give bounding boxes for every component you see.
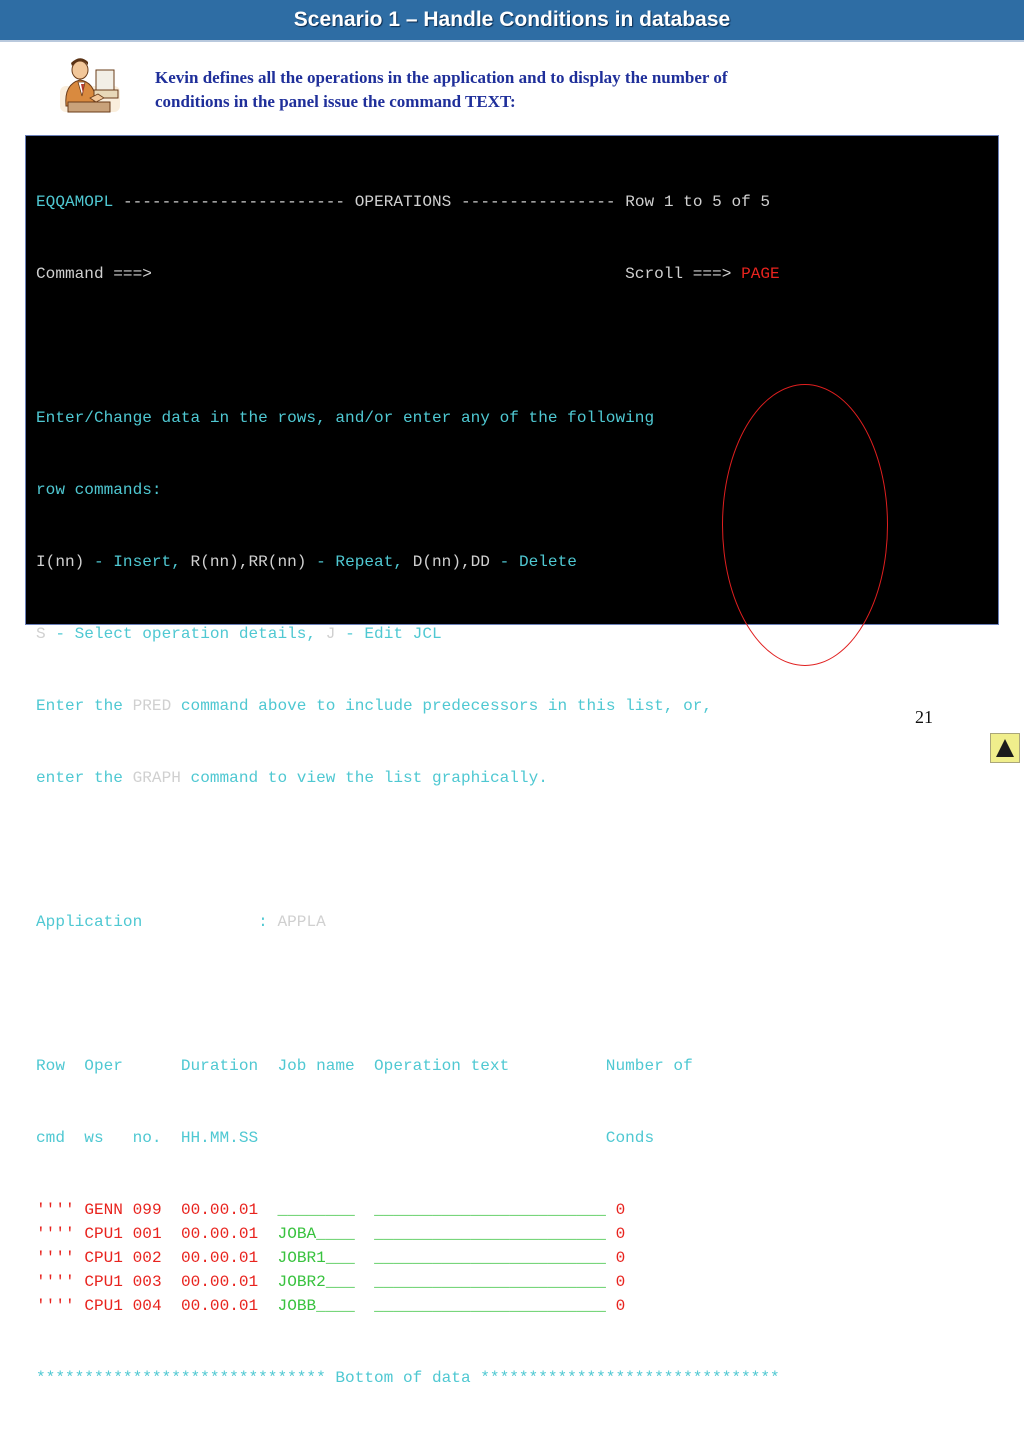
job-name-field[interactable]: ________ bbox=[278, 1201, 355, 1219]
row-info: Row 1 to 5 of 5 bbox=[625, 193, 771, 211]
delete-desc: - Delete bbox=[489, 553, 577, 571]
repeat-cmd: R(nn),RR(nn) bbox=[190, 553, 307, 571]
help-line-5: Enter the PRED command above to include … bbox=[36, 697, 713, 715]
help-line-3: I(nn) - Insert, R(nn),RR(nn) - Repeat, D… bbox=[36, 550, 780, 574]
operation-text-field[interactable]: ________________________ bbox=[374, 1225, 606, 1243]
operation-number: 001 bbox=[132, 1225, 162, 1243]
job-name-field[interactable]: JOBR2___ bbox=[278, 1273, 355, 1291]
duration: 00.00.01 bbox=[180, 1297, 259, 1315]
workstation: CPU1 bbox=[84, 1297, 123, 1315]
operation-number: 099 bbox=[132, 1201, 162, 1219]
table-row: '''' CPU1 003 00.00.01 JOBR2___ ________… bbox=[36, 1270, 780, 1294]
panel-header-line: EQQAMOPL ----------------------- OPERATI… bbox=[36, 190, 780, 214]
row-cmd-field[interactable]: '''' bbox=[36, 1225, 75, 1243]
person-at-computer-icon bbox=[60, 58, 120, 113]
operations-table: '''' GENN 099 00.00.01 ________ ________… bbox=[36, 1198, 780, 1318]
number-of-conds: 0 bbox=[615, 1225, 626, 1243]
jcl-cmd: J bbox=[325, 625, 336, 643]
slide-title: Scenario 1 – Handle Conditions in databa… bbox=[293, 8, 731, 31]
workstation: GENN bbox=[84, 1201, 123, 1219]
workstation: CPU1 bbox=[84, 1273, 123, 1291]
duration: 00.00.01 bbox=[180, 1273, 259, 1291]
duration: 00.00.01 bbox=[180, 1201, 259, 1219]
operation-text-field[interactable]: ________________________ bbox=[374, 1201, 606, 1219]
intro-line-2: conditions in the panel issue the comman… bbox=[155, 92, 516, 111]
table-row: '''' CPU1 001 00.00.01 JOBA____ ________… bbox=[36, 1222, 780, 1246]
table-row: '''' GENN 099 00.00.01 ________ ________… bbox=[36, 1198, 780, 1222]
operation-text-field[interactable]: ________________________ bbox=[374, 1249, 606, 1267]
insert-cmd: I(nn) bbox=[36, 553, 85, 571]
operation-number: 004 bbox=[132, 1297, 162, 1315]
header-dashes-left: ----------------------- bbox=[122, 193, 346, 211]
row-cmd-field[interactable]: '''' bbox=[36, 1249, 75, 1267]
operation-text-field[interactable]: ________________________ bbox=[374, 1297, 606, 1315]
help-line-2: row commands: bbox=[36, 481, 162, 499]
operation-text-field[interactable]: ________________________ bbox=[374, 1273, 606, 1291]
duration: 00.00.01 bbox=[180, 1225, 259, 1243]
help-line-4: S - Select operation details, J - Edit J… bbox=[36, 622, 780, 646]
job-name-field[interactable]: JOBA____ bbox=[278, 1225, 355, 1243]
application-label: Application : bbox=[36, 913, 268, 931]
bottom-of-data: ****************************** Bottom of… bbox=[36, 1369, 780, 1387]
workstation: CPU1 bbox=[84, 1225, 123, 1243]
command-label: Command ===> bbox=[36, 265, 152, 283]
graph-cmd: GRAPH bbox=[132, 769, 181, 787]
up-navigation-button[interactable] bbox=[990, 733, 1020, 763]
operation-number: 003 bbox=[132, 1273, 162, 1291]
delete-cmd: D(nn),DD bbox=[412, 553, 490, 571]
number-of-conds-highlight-ellipse bbox=[722, 384, 888, 666]
panel-id: EQQAMOPL bbox=[36, 193, 114, 211]
help-line-1: Enter/Change data in the rows, and/or en… bbox=[36, 409, 655, 427]
up-triangle-icon bbox=[996, 739, 1014, 757]
jcl-desc: - Edit JCL bbox=[335, 625, 442, 643]
number-of-conds: 0 bbox=[615, 1249, 626, 1267]
workstation: CPU1 bbox=[84, 1249, 123, 1267]
scroll-label: Scroll ===> bbox=[625, 265, 732, 283]
job-name-field[interactable]: JOBR1___ bbox=[278, 1249, 355, 1267]
repeat-desc: - Repeat, bbox=[306, 553, 413, 571]
header-dashes-right: ---------------- bbox=[461, 193, 616, 211]
intro-text: Kevin defines all the operations in the … bbox=[155, 66, 855, 114]
slide-title-bar: Scenario 1 – Handle Conditions in databa… bbox=[0, 0, 1024, 42]
table-row: '''' CPU1 004 00.00.01 JOBB____ ________… bbox=[36, 1294, 780, 1318]
row-cmd-field[interactable]: '''' bbox=[36, 1201, 75, 1219]
intro-line-1: Kevin defines all the operations in the … bbox=[155, 68, 728, 87]
column-header-1: Row Oper Duration Job name Operation tex… bbox=[36, 1057, 693, 1075]
duration: 00.00.01 bbox=[180, 1249, 259, 1267]
row-cmd-field[interactable]: '''' bbox=[36, 1273, 75, 1291]
operation-number: 002 bbox=[132, 1249, 162, 1267]
number-of-conds: 0 bbox=[615, 1201, 626, 1219]
job-name-field[interactable]: JOBB____ bbox=[278, 1297, 355, 1315]
select-cmd: S bbox=[36, 625, 46, 643]
page-number: 21 bbox=[915, 707, 933, 727]
scroll-value[interactable]: PAGE bbox=[741, 265, 780, 283]
command-line: Command ===> Scroll ===> PAGE bbox=[36, 262, 780, 286]
number-of-conds: 0 bbox=[615, 1273, 626, 1291]
panel-name: OPERATIONS bbox=[354, 193, 452, 211]
help-line-6: enter the GRAPH command to view the list… bbox=[36, 769, 548, 787]
select-desc: - Select operation details, bbox=[45, 625, 326, 643]
pred-cmd: PRED bbox=[132, 697, 172, 715]
insert-desc: - Insert, bbox=[84, 553, 191, 571]
terminal-text: EQQAMOPL ----------------------- OPERATI… bbox=[36, 142, 780, 1438]
command-input[interactable] bbox=[152, 265, 625, 283]
column-header-2: cmd ws no. HH.MM.SS Conds bbox=[36, 1129, 655, 1147]
number-of-conds: 0 bbox=[615, 1297, 626, 1315]
application-line: Application : APPLA bbox=[36, 910, 780, 934]
table-row: '''' CPU1 002 00.00.01 JOBR1___ ________… bbox=[36, 1246, 780, 1270]
application-value: APPLA bbox=[277, 913, 326, 931]
row-cmd-field[interactable]: '''' bbox=[36, 1297, 75, 1315]
